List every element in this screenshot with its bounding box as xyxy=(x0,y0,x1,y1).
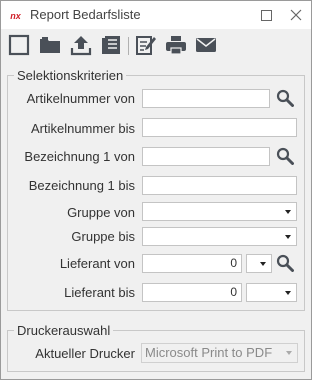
printer-selection-legend: Druckerauswahl xyxy=(14,323,114,338)
search-icon xyxy=(276,254,294,272)
svg-text:nx: nx xyxy=(10,11,21,21)
bezeichnung-bis-input[interactable] xyxy=(142,176,297,195)
search-icon xyxy=(276,89,294,107)
edit-button[interactable] xyxy=(134,33,158,57)
artikel-von-input[interactable] xyxy=(142,89,270,108)
list-icon xyxy=(102,36,120,54)
lieferant-von-dropdown[interactable] xyxy=(246,254,272,273)
current-printer-select[interactable]: Microsoft Print to PDF xyxy=(141,343,298,363)
lieferant-von-input[interactable]: 0 xyxy=(142,254,242,273)
toolbar-separator xyxy=(128,37,129,55)
print-button[interactable] xyxy=(164,33,188,57)
gruppe-von-select[interactable] xyxy=(142,202,297,221)
open-folder-icon xyxy=(40,37,60,53)
new-icon xyxy=(8,34,30,56)
lieferant-von-search-button[interactable] xyxy=(274,252,296,274)
close-icon xyxy=(290,9,302,21)
maximize-icon xyxy=(260,9,272,21)
edit-icon xyxy=(136,36,156,55)
maximize-button[interactable] xyxy=(255,5,277,25)
selection-criteria-legend: Selektionskriterien xyxy=(14,68,127,83)
artikel-bis-input[interactable] xyxy=(142,118,297,137)
gruppe-bis-select[interactable] xyxy=(142,227,297,246)
chevron-down-icon xyxy=(285,291,291,295)
new-button[interactable] xyxy=(7,33,31,57)
app-logo-icon: nx xyxy=(9,9,22,22)
upload-icon xyxy=(70,36,92,56)
bezeichnung-von-input[interactable] xyxy=(142,147,270,166)
export-button[interactable] xyxy=(69,33,93,57)
window-title: Report Bedarfsliste xyxy=(30,7,141,22)
title-bar: nx Report Bedarfsliste xyxy=(1,1,311,29)
lieferant-von-label: Lieferant von xyxy=(59,256,135,271)
chevron-down-icon xyxy=(285,210,291,214)
close-button[interactable] xyxy=(285,5,307,25)
report-window: nx Report Bedarfsliste Selektionskriteri… xyxy=(0,0,312,380)
chevron-down-icon xyxy=(285,235,291,239)
bezeichnung-von-search-button[interactable] xyxy=(274,145,296,167)
artikel-von-search-button[interactable] xyxy=(274,87,296,109)
current-printer-label: Aktueller Drucker xyxy=(35,346,135,361)
artikel-bis-label: Artikelnummer bis xyxy=(30,121,135,136)
search-icon xyxy=(276,147,294,165)
lieferant-bis-dropdown[interactable] xyxy=(246,283,297,302)
list-button[interactable] xyxy=(99,33,123,57)
mail-button[interactable] xyxy=(194,33,218,57)
current-printer-value: Microsoft Print to PDF xyxy=(145,345,273,360)
gruppe-von-label: Gruppe von xyxy=(67,205,135,220)
lieferant-bis-input[interactable]: 0 xyxy=(142,283,242,302)
lieferant-bis-label: Lieferant bis xyxy=(64,285,135,300)
gruppe-bis-label: Gruppe bis xyxy=(71,229,135,244)
artikel-von-label: Artikelnummer von xyxy=(26,91,135,106)
chevron-down-icon xyxy=(286,351,292,355)
print-icon xyxy=(166,36,186,55)
toolbar xyxy=(1,29,311,61)
open-button[interactable] xyxy=(38,33,62,57)
mail-icon xyxy=(196,38,216,52)
bezeichnung-von-label: Bezeichnung 1 von xyxy=(24,149,135,164)
bezeichnung-bis-label: Bezeichnung 1 bis xyxy=(28,178,135,193)
chevron-down-icon xyxy=(260,262,266,266)
